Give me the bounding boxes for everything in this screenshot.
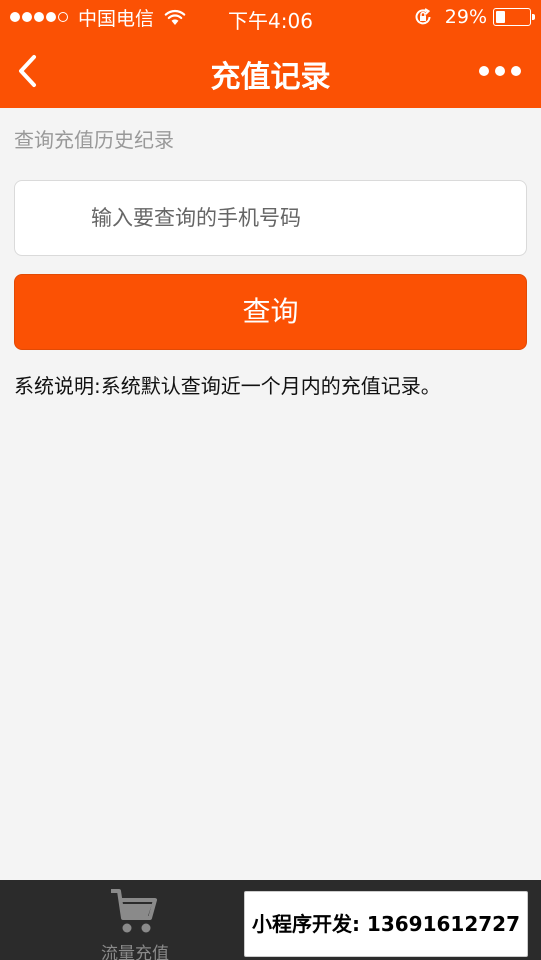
rotation-lock-icon [415, 8, 431, 25]
battery-icon [493, 8, 535, 26]
tab-label: 流量充值 [101, 944, 169, 960]
tab-flow-recharge[interactable]: 流量充值 [0, 880, 270, 960]
system-note: 系统说明:系统默认查询近一个月内的充值记录。 [14, 374, 441, 398]
status-right: 29% [413, 5, 535, 29]
query-button[interactable]: 查询 [14, 274, 527, 350]
promo-watermark: 小程序开发: 13691612727 [244, 891, 528, 957]
phone-number-input[interactable] [14, 180, 527, 256]
more-dot [495, 66, 505, 76]
more-dot [511, 66, 521, 76]
section-subtitle: 查询充值历史纪录 [14, 128, 174, 152]
cart-icon [111, 889, 157, 933]
status-bar: 中国电信 下午4:06 29% [0, 0, 541, 34]
more-dots-icon[interactable] [479, 64, 521, 78]
battery-percent: 29% [444, 6, 487, 28]
more-dot [479, 66, 489, 76]
page-title: 充值记录 [210, 60, 331, 95]
battery-fill [496, 11, 505, 23]
nav-bar: 充值记录 [0, 34, 541, 108]
